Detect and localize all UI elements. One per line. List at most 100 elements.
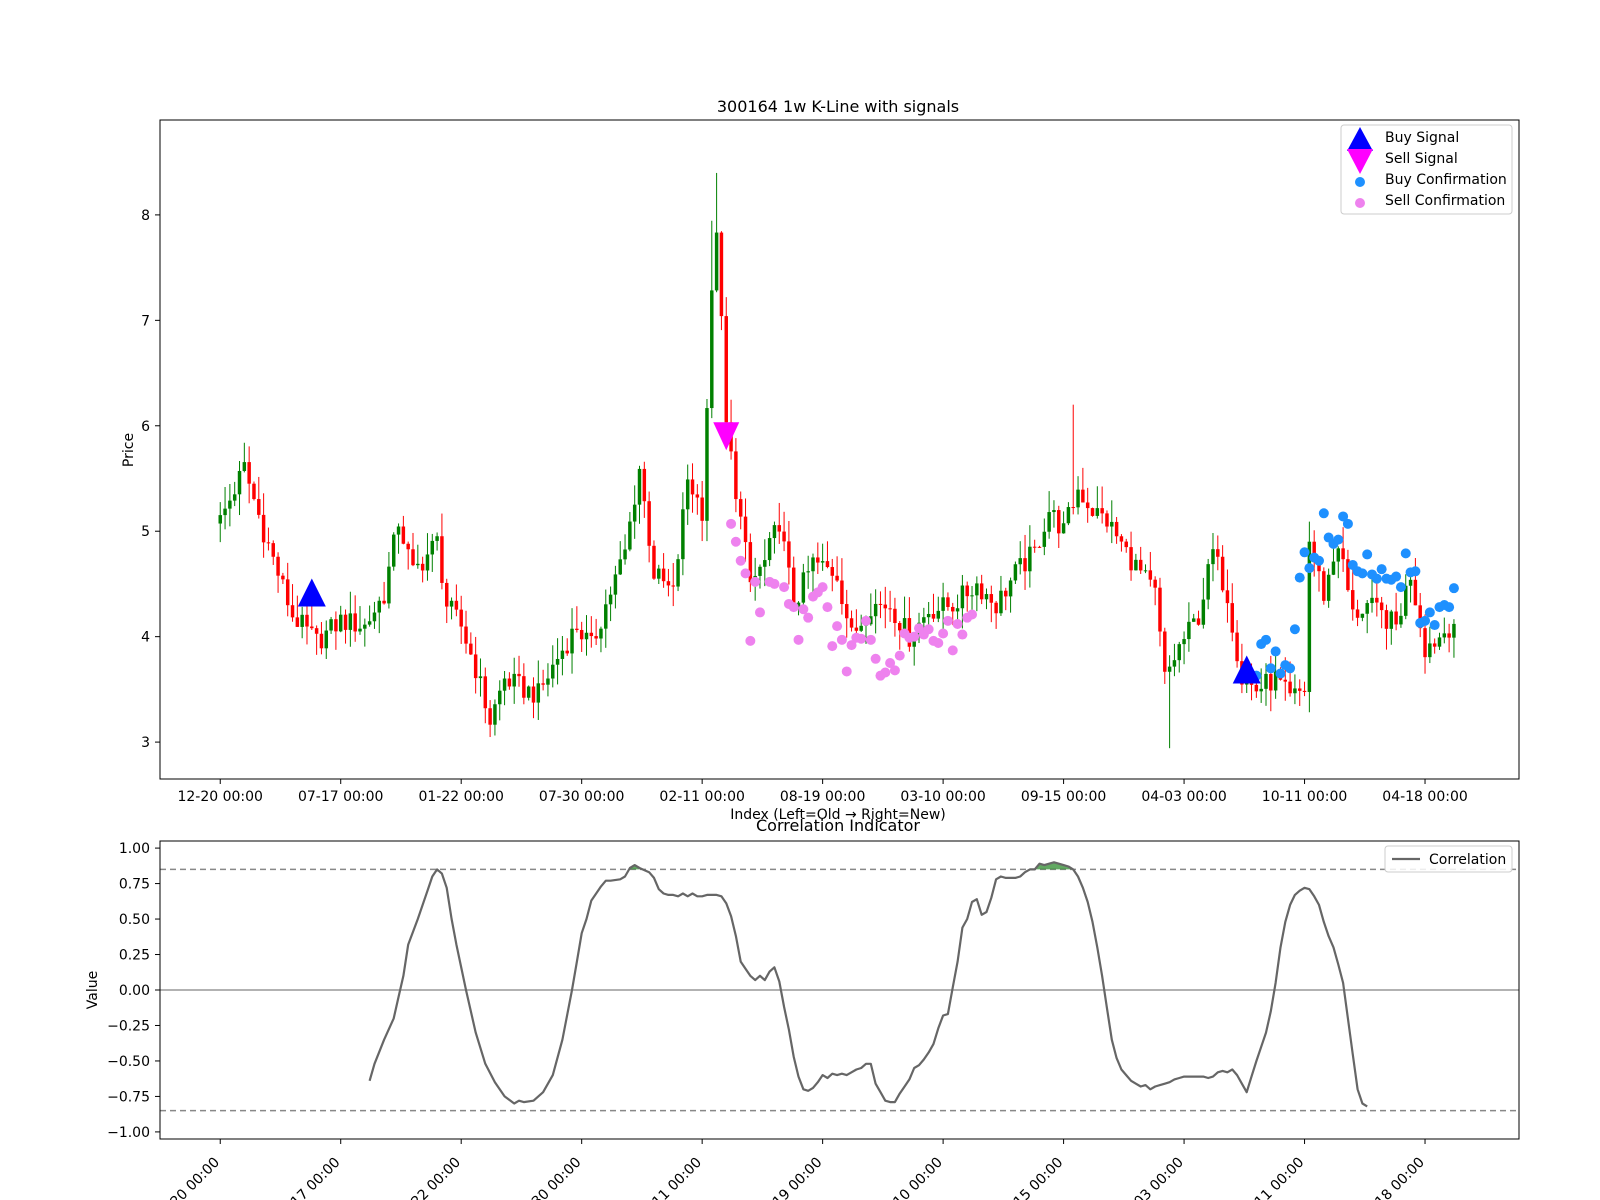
candle-body — [835, 575, 839, 581]
candle-body — [1013, 564, 1018, 581]
candle-body — [705, 408, 709, 521]
candle-body — [430, 540, 435, 555]
candle-body — [411, 549, 415, 566]
candle-body — [1379, 602, 1384, 611]
candle-body — [1114, 521, 1119, 537]
legend-label-sell-confirmation: Sell Confirmation — [1385, 193, 1505, 209]
sell-confirmation-dot — [798, 604, 809, 615]
candle-body — [1360, 613, 1365, 618]
candle-body — [1057, 510, 1061, 534]
sell-confirmation-dot — [865, 634, 876, 645]
candle-body — [666, 581, 671, 586]
sell-confirmation-dot — [952, 619, 963, 630]
candle-body — [922, 617, 926, 623]
candle-body — [849, 618, 854, 628]
candle-body — [970, 595, 974, 597]
candle-body — [1269, 673, 1273, 691]
candle-body — [681, 509, 685, 560]
buy-signal-marker — [297, 578, 326, 607]
candle-body — [454, 600, 459, 610]
correlation-x-axis: 2-20 00:00 07-17 00:00 01-22 00:00 07-30 00… — [158, 1139, 1428, 1200]
candle-body — [334, 619, 338, 632]
candle-body — [1375, 597, 1379, 603]
correlation-x-tick-label: 07-17 00:00 — [272, 1155, 344, 1200]
candle-body — [570, 628, 574, 654]
candle-body — [406, 543, 410, 550]
candle-body — [1341, 548, 1345, 560]
candle-body — [1331, 561, 1336, 575]
candle-body — [1134, 559, 1138, 571]
sell-confirmation-dot — [856, 633, 867, 644]
candle-body — [859, 625, 863, 631]
candle-body — [391, 534, 396, 567]
correlation-x-tick-label: 10-11 00:00 — [1236, 1155, 1308, 1200]
correlation-y-tick-label: 1.00 — [119, 841, 150, 857]
candle-body — [652, 545, 656, 579]
sell-confirmation-dot — [832, 621, 843, 632]
buy-confirmation-dot — [1260, 634, 1271, 645]
candle-body — [387, 566, 391, 604]
candle-body — [1124, 541, 1128, 548]
candle-body — [1370, 597, 1374, 604]
buy-confirmation-dot — [1275, 668, 1286, 679]
candle-body — [695, 494, 700, 498]
candle-body — [305, 614, 309, 627]
sell-confirmation-dot — [745, 635, 756, 646]
kline-y-axis: 3 4 5 6 7 8 — [141, 208, 160, 751]
candle-body — [1163, 631, 1167, 672]
candle-body — [1032, 546, 1037, 548]
candle-body — [1023, 558, 1027, 572]
kline-x-tick-label: 10-11 00:00 — [1262, 789, 1347, 805]
correlation-y-tick-label: 0.00 — [119, 983, 150, 999]
correlation-y-tick-label: 0.25 — [119, 948, 150, 964]
correlation-y-tick-label: 0.50 — [119, 912, 150, 928]
candle-body — [599, 628, 603, 639]
candle-body — [420, 563, 425, 571]
candle-body — [1158, 587, 1162, 632]
candle-body — [1355, 609, 1360, 618]
sell-confirmation-dot — [735, 555, 746, 566]
candle-body — [873, 603, 878, 617]
candle-body — [1326, 574, 1331, 601]
sell-confirmation-dot — [938, 628, 949, 639]
candle-body — [931, 613, 936, 619]
candle-body — [763, 560, 767, 567]
kline-x-tick-label: 12-20 00:00 — [177, 789, 262, 805]
candle-body — [1066, 507, 1071, 524]
candle-body — [372, 612, 377, 622]
candle-body — [608, 594, 613, 605]
buy-confirmation-dot — [1371, 573, 1382, 584]
candle-body — [951, 606, 955, 612]
candle-body — [247, 462, 251, 484]
candle-body — [377, 600, 382, 613]
candle-body — [734, 451, 738, 500]
sell-confirmation-dot — [841, 666, 852, 677]
candle-body — [960, 585, 965, 609]
kline-y-tick-label: 4 — [141, 630, 150, 646]
candle-body — [1177, 644, 1181, 661]
candle-body — [844, 604, 849, 619]
candle-body — [1264, 673, 1268, 689]
sell-confirmation-dot — [947, 645, 958, 656]
candle-body — [261, 514, 266, 543]
candle-body — [1302, 690, 1307, 692]
candle-body — [671, 585, 675, 587]
candle-body — [1138, 559, 1143, 571]
candle-body — [266, 542, 271, 544]
candle-body — [1196, 618, 1201, 625]
kline-y-tick-label: 5 — [141, 524, 150, 540]
candle-body — [459, 609, 463, 627]
candle-body — [787, 541, 791, 568]
candle-body — [1008, 580, 1013, 597]
correlation-x-tick-label: 08-19 00:00 — [754, 1155, 826, 1200]
candle-body — [589, 632, 594, 637]
candle-body — [338, 614, 343, 632]
candle-body — [1216, 549, 1220, 557]
candle-body — [575, 628, 579, 630]
candle-body — [984, 594, 989, 600]
candle-body — [445, 582, 449, 607]
candle-body — [1413, 579, 1418, 606]
candle-body — [1408, 579, 1413, 586]
candle-body — [661, 568, 666, 582]
buy-confirmation-dot — [1362, 549, 1373, 560]
